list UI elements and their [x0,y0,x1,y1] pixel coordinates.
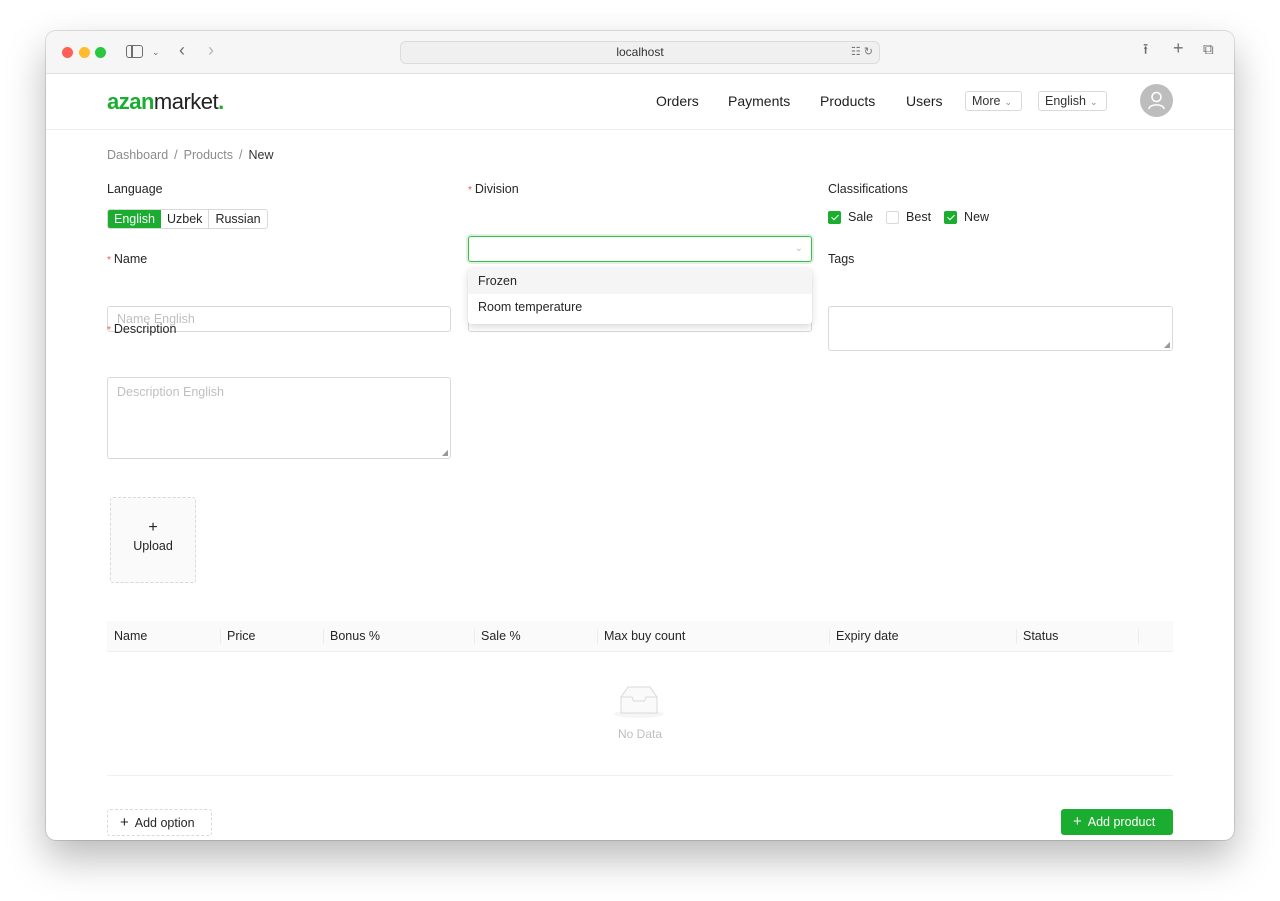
page-content: Dashboard / Products / New Language English … [107,130,1173,840]
sale-checkbox[interactable] [828,210,841,224]
division-option-room-temperature[interactable]: Room temperature [468,294,812,320]
column-header-name: Name [114,629,148,643]
options-table-header: Name Price Bonus % Sale % Max buy count … [107,621,1173,652]
name-label: * Name [107,252,148,266]
add-product-button[interactable]: + Add product [1061,809,1173,835]
language-option-english[interactable]: English [108,210,161,228]
maximize-window-button[interactable] [95,47,106,58]
nav-products[interactable]: Products [820,93,875,109]
share-icon[interactable]: ⭱ [1143,42,1148,57]
plus-icon: + [120,814,129,831]
tags-label: Tags [828,252,855,266]
translate-icon[interactable]: ☷ [851,46,861,58]
classifications-label: Classifications [828,182,908,196]
back-icon[interactable]: ‹ [179,41,185,59]
screen: ⌄ ‹ › localhost ☷ ↻ ⭱ + ⧉ azanmarket. Or… [0,0,1280,901]
plus-icon: + [1073,813,1082,830]
column-header-status: Status [1023,629,1059,643]
chevron-down-icon: ⌄ [1090,97,1098,107]
browser-toolbar: ⌄ ‹ › localhost ☷ ↻ ⭱ + ⧉ [46,31,1234,74]
nav-orders[interactable]: Orders [656,93,699,109]
forward-icon[interactable]: › [208,41,214,59]
language-option-uzbek[interactable]: Uzbek [161,210,209,228]
user-icon [1148,91,1165,110]
classifications-group: Sale Best New [828,210,1002,224]
division-select[interactable]: ⌄ [468,236,812,262]
tags-textarea[interactable]: ◢ [828,306,1173,351]
column-header-bonus: Bonus % [330,629,381,643]
address-bar[interactable]: localhost ☷ ↻ [400,41,880,64]
language-label: Language [107,182,163,196]
minimize-window-button[interactable] [79,47,90,58]
tab-overview-icon[interactable]: ⧉ [1203,42,1214,57]
nav-payments[interactable]: Payments [728,93,790,109]
division-dropdown-menu: Frozen Room temperature [468,268,812,324]
column-header-price: Price [227,629,256,643]
nav-users[interactable]: Users [906,93,943,109]
breadcrumb: Dashboard / Products / New [107,148,274,162]
language-dropdown[interactable]: English ⌄ [1038,91,1107,111]
chevron-down-icon: ⌄ [794,243,803,254]
chevron-down-icon: ⌄ [1004,97,1013,107]
logo[interactable]: azanmarket. [107,89,224,115]
close-window-button[interactable] [62,47,73,58]
more-dropdown[interactable]: More ⌄ [965,91,1022,111]
new-tab-icon[interactable]: + [1173,39,1184,57]
add-option-button[interactable]: + Add option [107,809,212,836]
breadcrumb-products[interactable]: Products [184,148,233,162]
breadcrumb-current: New [248,148,274,162]
upload-button[interactable]: + Upload [110,497,196,583]
description-label: * Description [107,322,177,336]
resize-handle-icon[interactable]: ◢ [442,449,448,457]
new-checkbox[interactable] [944,210,958,224]
url-text: localhost [616,45,664,59]
division-label: * Division [468,182,519,196]
required-marker: * [468,185,472,196]
best-checkbox[interactable] [886,210,900,224]
avatar[interactable] [1140,84,1173,117]
division-option-frozen[interactable]: Frozen [468,268,812,294]
required-marker: * [107,325,111,336]
breadcrumb-dashboard[interactable]: Dashboard [107,148,168,162]
app-header: azanmarket. Orders Payments Products Use… [46,74,1234,130]
description-textarea[interactable]: Description English ◢ [107,377,451,459]
sidebar-toggle-icon[interactable] [126,45,143,58]
table-empty-state: No Data [107,652,1173,776]
empty-inbox-icon [614,686,664,718]
column-header-expiry-date: Expiry date [836,629,899,643]
language-option-russian[interactable]: Russian [208,210,267,228]
browser-window: ⌄ ‹ › localhost ☷ ↻ ⭱ + ⧉ azanmarket. Or… [46,31,1234,840]
reload-icon[interactable]: ↻ [864,46,873,58]
column-header-actions [1138,621,1145,652]
column-header-sale: Sale % [481,629,521,643]
required-marker: * [107,255,111,266]
resize-handle-icon[interactable]: ◢ [1164,341,1170,349]
empty-text: No Data [617,727,663,741]
plus-icon: + [148,519,158,536]
column-header-max-buy-count: Max buy count [604,629,686,643]
language-segmented-control: English Uzbek Russian [107,209,268,229]
chevron-down-icon[interactable]: ⌄ [152,45,160,59]
